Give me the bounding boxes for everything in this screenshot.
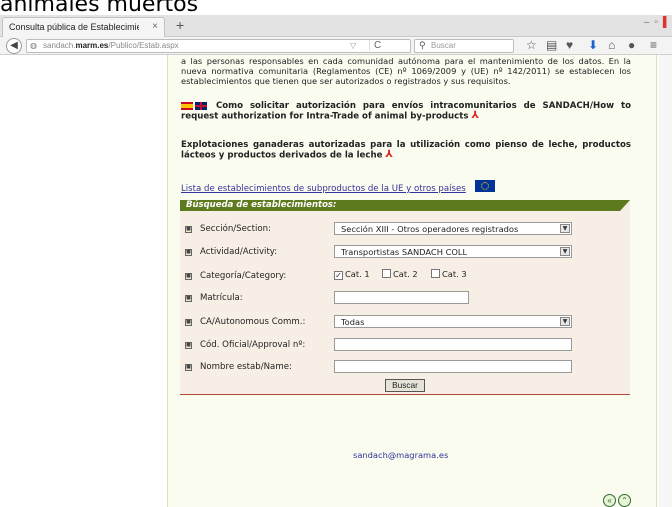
back-icon[interactable]: ◀ — [6, 38, 22, 54]
name-input[interactable] — [334, 360, 572, 373]
cat1-label: Cat. 1 — [345, 269, 370, 279]
url-bar[interactable]: ◍ sandach.marm.es/Publico/Estab.aspx ▽ C — [26, 39, 411, 53]
pdf-icon: ⅄ — [385, 149, 394, 160]
info-icon: ■ — [185, 319, 192, 326]
section-value: Sección XIII - Otros operadores registra… — [341, 224, 519, 234]
cat3-checkbox[interactable]: Cat. 3 — [431, 269, 467, 279]
info-icon: ■ — [185, 226, 192, 233]
bookmark-star-icon[interactable]: ☆ — [526, 38, 537, 52]
maximize-button[interactable]: ▫ — [654, 17, 658, 28]
name-row: ■ Nombre estab/Name: — [180, 360, 620, 376]
section-row: ■ Sección/Section: Sección XIII - Otros … — [180, 222, 620, 238]
ca-value: Todas — [341, 317, 365, 327]
chevron-down-icon[interactable]: ▼ — [560, 317, 570, 326]
tab-close-icon[interactable]: × — [152, 21, 158, 32]
globe-icon: ◍ — [30, 41, 37, 50]
cod-label: Cód. Oficial/Approval nº: — [200, 340, 306, 350]
milk-text: Explotaciones ganaderas autorizadas para… — [181, 140, 631, 161]
browser-tab[interactable]: Consulta pública de Establecimient... × — [2, 17, 165, 37]
url-domain: marm.es — [75, 41, 109, 50]
reading-list-icon[interactable]: ▤ — [546, 38, 557, 52]
cat1-checkbox[interactable]: ✓ Cat. 1 — [334, 269, 370, 280]
page-nav: «⌃ — [603, 490, 633, 507]
category-row: ■ Categoría/Category: ✓ Cat. 1 Cat. 2 Cat… — [180, 269, 620, 285]
menu-icon[interactable]: ≡ — [650, 38, 657, 52]
close-window-icon[interactable]: ▌ — [663, 17, 670, 28]
category-label: Categoría/Category: — [200, 271, 287, 281]
ca-row: ■ CA/Autonomous Comm.: Todas ▼ — [180, 315, 620, 331]
top-circle-icon[interactable]: ⌃ — [618, 494, 631, 507]
cat3-label: Cat. 3 — [442, 269, 467, 279]
search-form-header: Búsqueda de establecimientos: — [180, 200, 630, 211]
chevron-down-icon[interactable]: ▼ — [560, 247, 570, 256]
pocket-icon[interactable]: ♥ — [566, 38, 573, 52]
eu-list-link[interactable]: Lista de establecimientos de subproducto… — [181, 184, 466, 194]
activity-label: Actividad/Activity: — [200, 247, 278, 257]
minimize-button[interactable]: – — [644, 17, 650, 28]
cat2-label: Cat. 2 — [393, 269, 418, 279]
contact-email-link[interactable]: sandach@magrama.es — [353, 450, 448, 460]
info-icon: ■ — [185, 342, 192, 349]
info-icon: ■ — [185, 364, 192, 371]
activity-value: Transportistas SANDACH COLL — [341, 247, 468, 257]
section-select[interactable]: Sección XIII - Otros operadores registra… — [334, 222, 572, 235]
matricula-input[interactable] — [334, 291, 469, 304]
pdf-icon: ⅄ — [471, 110, 480, 121]
search-input[interactable]: ⚲ Buscar — [414, 39, 514, 53]
reload-icon[interactable]: C — [369, 40, 381, 51]
spain-flag-icon — [181, 101, 193, 110]
home-icon[interactable]: ⌂ — [608, 38, 615, 52]
new-tab-button[interactable]: + — [176, 17, 184, 33]
browser-tabstrip: Consulta pública de Establecimient... × … — [0, 15, 672, 37]
search-placeholder: Buscar — [431, 41, 456, 50]
ca-select[interactable]: Todas ▼ — [334, 315, 572, 328]
chat-icon[interactable]: ● — [628, 38, 635, 52]
intra-trade-link[interactable]: Como solicitar autorización para envíos … — [181, 101, 631, 122]
screenshot-root: animales muertos Consulta pública de Est… — [0, 0, 672, 507]
uk-flag-icon — [195, 101, 207, 110]
activity-row: ■ Actividad/Activity: Transportistas SAN… — [180, 245, 620, 261]
url-path: /Publico/Estab.aspx — [108, 41, 179, 50]
page-content: a las personas responsables en cada comu… — [0, 55, 672, 507]
name-label: Nombre estab/Name: — [200, 362, 292, 372]
cat2-checkbox[interactable]: Cat. 2 — [382, 269, 418, 279]
buscar-button[interactable]: Buscar — [385, 379, 425, 392]
checkbox-icon — [431, 269, 440, 278]
milk-link[interactable]: Explotaciones ganaderas autorizadas para… — [181, 140, 631, 161]
eu-flag-icon[interactable] — [475, 180, 495, 192]
cod-input[interactable] — [334, 338, 572, 351]
info-icon: ■ — [185, 249, 192, 256]
checkbox-icon — [382, 269, 391, 278]
ca-label: CA/Autonomous Comm.: — [200, 317, 306, 327]
browser-navbar: ◀ ◍ sandach.marm.es/Publico/Estab.aspx ▽… — [0, 37, 672, 55]
activity-select[interactable]: Transportistas SANDACH COLL ▼ — [334, 245, 572, 258]
search-icon: ⚲ — [419, 40, 426, 50]
url-prefix: sandach. — [43, 41, 76, 50]
chevron-down-icon[interactable]: ▼ — [560, 224, 570, 233]
checkbox-checked-icon: ✓ — [334, 271, 343, 280]
intra-trade-text: Como solicitar autorización para envíos … — [181, 101, 631, 122]
intro-paragraph: a las personas responsables en cada comu… — [181, 56, 631, 86]
info-icon: ■ — [185, 273, 192, 280]
matricula-label: Matrícula: — [200, 293, 243, 303]
search-form: Búsqueda de establecimientos: ■ Sección/… — [180, 200, 630, 395]
dropdown-arrow-icon[interactable]: ▽ — [350, 41, 356, 50]
tab-title: Consulta pública de Establecimient... — [9, 22, 139, 32]
right-edge — [659, 55, 672, 507]
download-icon[interactable]: ⬇ — [588, 38, 598, 52]
section-label: Sección/Section: — [200, 224, 272, 234]
matricula-row: ■ Matrícula: — [180, 291, 620, 307]
window-controls: – ▫ ▌ — [639, 17, 670, 28]
cod-row: ■ Cód. Oficial/Approval nº: — [180, 338, 620, 354]
info-icon: ■ — [185, 295, 192, 302]
back-circle-icon[interactable]: « — [603, 494, 616, 507]
